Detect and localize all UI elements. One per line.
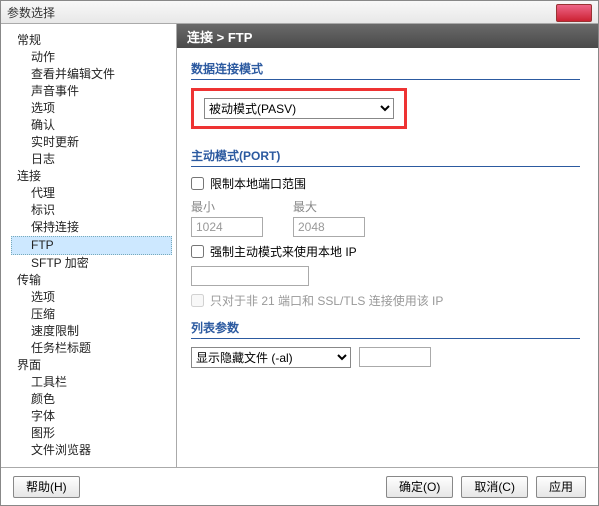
sidebar-item-16[interactable]: 压缩 [11, 306, 172, 323]
list-params-input[interactable] [359, 347, 431, 367]
window-title: 参数选择 [7, 4, 55, 21]
sidebar-item-4[interactable]: 选项 [11, 100, 172, 117]
sidebar-item-13[interactable]: SFTP 加密 [11, 255, 172, 272]
sidebar-item-24[interactable]: 文件浏览器 [11, 442, 172, 459]
force-ip-label: 强制主动模式来使用本地 IP [210, 243, 357, 260]
sidebar-item-6[interactable]: 实时更新 [11, 134, 172, 151]
force-ip-checkbox[interactable] [191, 245, 204, 258]
sidebar-item-18[interactable]: 任务栏标题 [11, 340, 172, 357]
sidebar-item-5[interactable]: 确认 [11, 117, 172, 134]
section-list-params-title: 列表参数 [191, 319, 580, 339]
list-params-select[interactable]: 显示隐藏文件 (-al) [191, 347, 351, 368]
apply-button[interactable]: 应用 [536, 476, 586, 498]
section-data-mode-title: 数据连接模式 [191, 60, 580, 80]
sidebar-item-15[interactable]: 选项 [11, 289, 172, 306]
sidebar-item-2[interactable]: 查看并编辑文件 [11, 66, 172, 83]
sidebar-item-11[interactable]: 保持连接 [11, 219, 172, 236]
sidebar-item-10[interactable]: 标识 [11, 202, 172, 219]
cancel-button[interactable]: 取消(C) [461, 476, 528, 498]
sidebar-item-22[interactable]: 字体 [11, 408, 172, 425]
max-label: 最大 [293, 198, 365, 215]
limit-port-label: 限制本地端口范围 [210, 175, 306, 192]
min-port-input[interactable] [191, 217, 263, 237]
data-mode-select[interactable]: 被动模式(PASV) [204, 98, 394, 119]
sidebar-item-1[interactable]: 动作 [11, 49, 172, 66]
max-port-input[interactable] [293, 217, 365, 237]
sidebar-item-21[interactable]: 颜色 [11, 391, 172, 408]
sidebar-item-23[interactable]: 图形 [11, 425, 172, 442]
footer: 帮助(H) 确定(O) 取消(C) 应用 [1, 467, 598, 505]
sidebar-item-12[interactable]: FTP [11, 236, 172, 255]
ok-button[interactable]: 确定(O) [386, 476, 453, 498]
sidebar-item-20[interactable]: 工具栏 [11, 374, 172, 391]
sidebar-item-0[interactable]: 常规 [11, 32, 172, 49]
breadcrumb: 连接 > FTP [177, 24, 598, 48]
section-active-mode-title: 主动模式(PORT) [191, 147, 580, 167]
limit-port-checkbox[interactable] [191, 177, 204, 190]
close-icon[interactable] [556, 4, 592, 22]
min-label: 最小 [191, 198, 263, 215]
sidebar-item-9[interactable]: 代理 [11, 185, 172, 202]
sidebar-item-3[interactable]: 声音事件 [11, 83, 172, 100]
sidebar-item-17[interactable]: 速度限制 [11, 323, 172, 340]
ssl-only-label: 只对于非 21 端口和 SSL/TLS 连接使用该 IP [210, 292, 443, 309]
sidebar-item-8[interactable]: 连接 [11, 168, 172, 185]
sidebar: 常规动作查看并编辑文件声音事件选项确认实时更新日志连接代理标识保持连接FTPSF… [1, 24, 177, 467]
sidebar-item-19[interactable]: 界面 [11, 357, 172, 374]
sidebar-item-14[interactable]: 传输 [11, 272, 172, 289]
help-button[interactable]: 帮助(H) [13, 476, 80, 498]
titlebar: 参数选择 [1, 1, 598, 24]
highlight-box: 被动模式(PASV) [191, 88, 407, 129]
local-ip-input[interactable] [191, 266, 309, 286]
ssl-only-checkbox[interactable] [191, 294, 204, 307]
sidebar-item-7[interactable]: 日志 [11, 151, 172, 168]
